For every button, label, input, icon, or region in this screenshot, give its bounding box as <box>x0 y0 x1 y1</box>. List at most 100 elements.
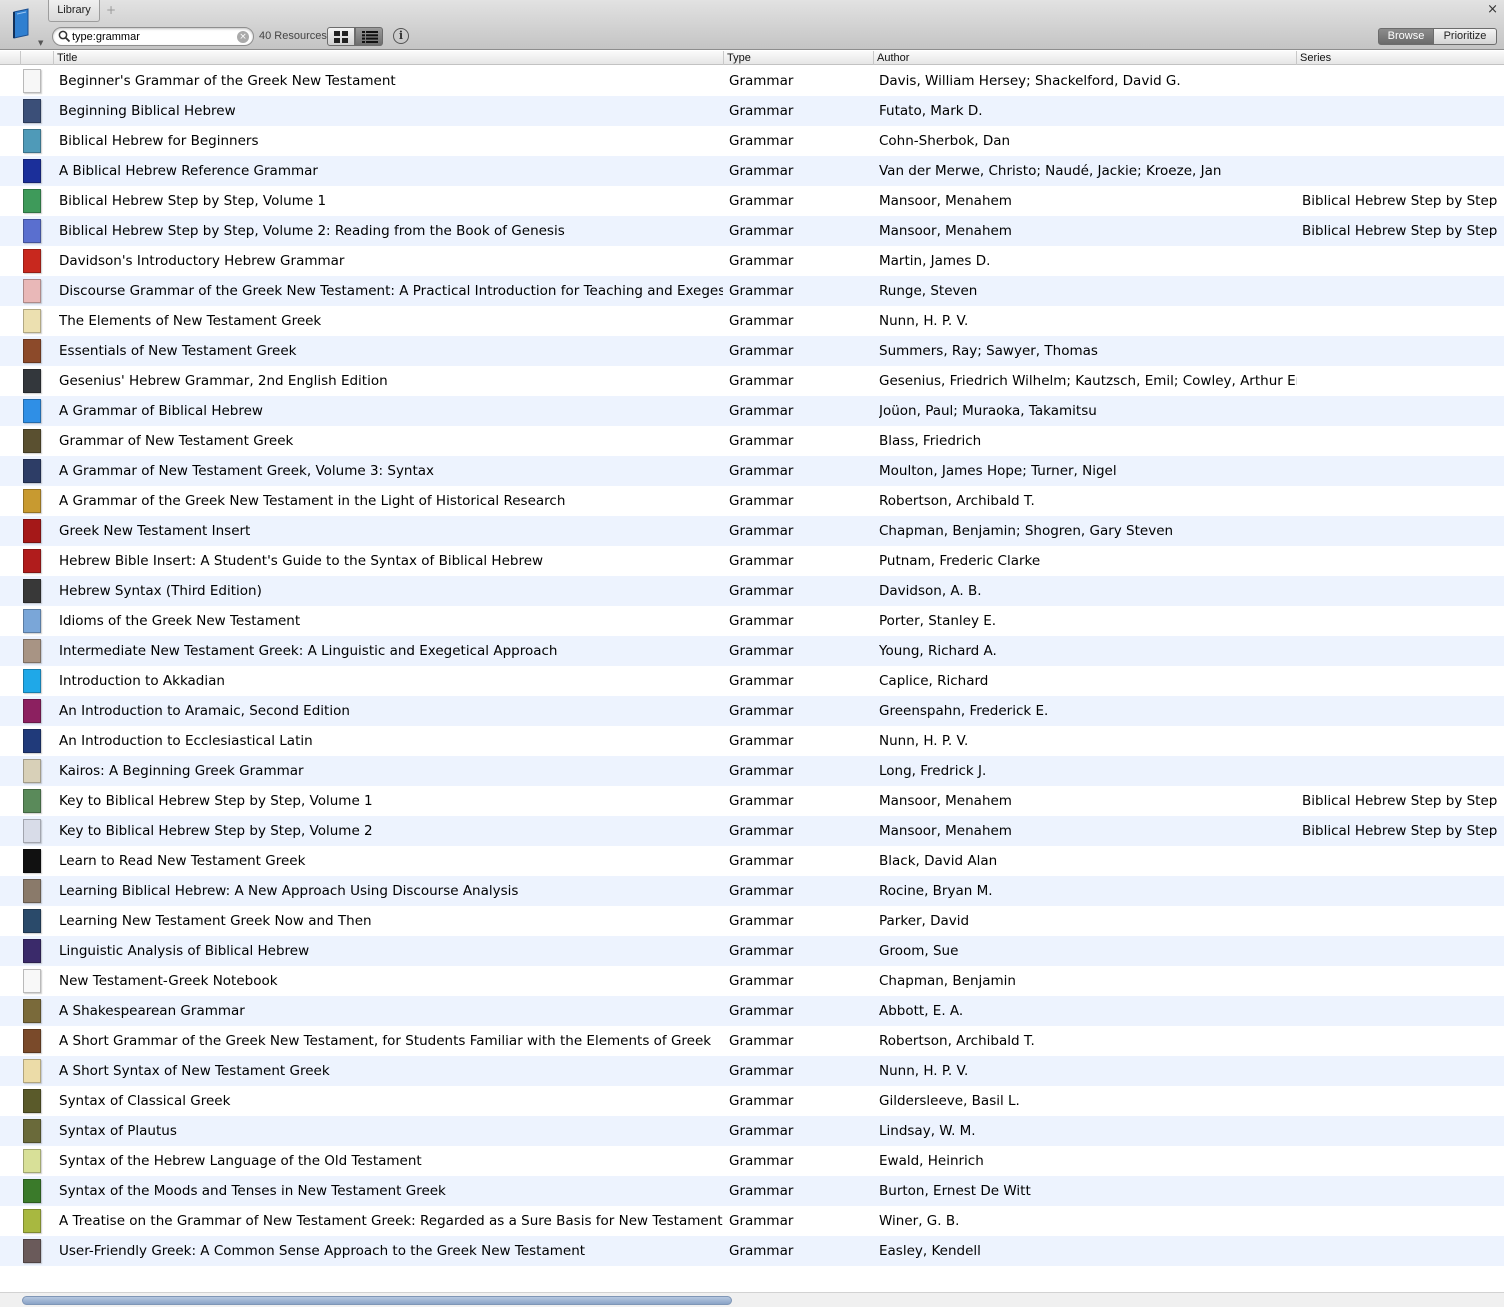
table-row[interactable]: The Elements of New Testament Greek Gramm… <box>0 306 1504 336</box>
cell-author: Putnam, Frederic Clarke <box>879 553 1041 569</box>
cell-title: Beginner's Grammar of the Greek New Test… <box>59 73 396 89</box>
table-row[interactable]: A Biblical Hebrew Reference Grammar Gramm… <box>0 156 1504 186</box>
cell-title: Linguistic Analysis of Biblical Hebrew <box>59 943 310 959</box>
table-row[interactable]: Biblical Hebrew Step by Step, Volume 2: … <box>0 216 1504 246</box>
table-row[interactable]: A Grammar of New Testament Greek, Volume… <box>0 456 1504 486</box>
book-cover-thumbnail <box>23 189 41 213</box>
table-row[interactable]: Syntax of Plautus Grammar Lindsay, W. M. <box>0 1116 1504 1146</box>
cell-type: Grammar <box>729 313 794 329</box>
prioritize-button[interactable]: Prioritize <box>1434 28 1497 45</box>
column-header-type[interactable]: Type <box>723 51 873 65</box>
table-row[interactable]: Learning New Testament Greek Now and The… <box>0 906 1504 936</box>
scrollbar-thumb[interactable] <box>22 1296 732 1305</box>
table-row[interactable]: Kairos: A Beginning Greek Grammar Grammar… <box>0 756 1504 786</box>
table-row[interactable]: Linguistic Analysis of Biblical Hebrew Gr… <box>0 936 1504 966</box>
cell-author: Young, Richard A. <box>879 643 997 659</box>
table-row[interactable]: Discourse Grammar of the Greek New Testa… <box>0 276 1504 306</box>
cell-title: Idioms of the Greek New Testament <box>59 613 301 629</box>
close-icon[interactable]: × <box>1487 3 1498 17</box>
table-row[interactable]: Syntax of Classical Greek Grammar Gildersl… <box>0 1086 1504 1116</box>
book-cover-thumbnail <box>23 579 41 603</box>
table-row[interactable]: Key to Biblical Hebrew Step by Step, Vol… <box>0 786 1504 816</box>
table-row[interactable]: A Grammar of Biblical Hebrew Grammar Joüon… <box>0 396 1504 426</box>
cell-type: Grammar <box>729 1123 794 1139</box>
cell-title: Syntax of Plautus <box>59 1123 177 1139</box>
table-row[interactable]: An Introduction to Ecclesiastical Latin G… <box>0 726 1504 756</box>
table-row[interactable]: Davidson's Introductory Hebrew Grammar Gr… <box>0 246 1504 276</box>
table-row[interactable]: A Short Grammar of the Greek New Testame… <box>0 1026 1504 1056</box>
table-row[interactable]: Key to Biblical Hebrew Step by Step, Vol… <box>0 816 1504 846</box>
cell-type: Grammar <box>729 1243 794 1259</box>
table-row[interactable]: A Shakespearean Grammar Grammar Abbott, E.… <box>0 996 1504 1026</box>
table-row[interactable]: A Treatise on the Grammar of New Testame… <box>0 1206 1504 1236</box>
add-tab-button[interactable]: + <box>104 2 118 18</box>
cell-title: Hebrew Bible Insert: A Student's Guide t… <box>59 553 544 569</box>
table-row[interactable]: Beginner's Grammar of the Greek New Test… <box>0 66 1504 96</box>
table-row[interactable]: Essentials of New Testament Greek Grammar… <box>0 336 1504 366</box>
table-row[interactable]: Biblical Hebrew Step by Step, Volume 1 Gr… <box>0 186 1504 216</box>
table-row[interactable]: Biblical Hebrew for Beginners Grammar Cohn… <box>0 126 1504 156</box>
cell-title: A Treatise on the Grammar of New Testame… <box>59 1213 723 1229</box>
search-input[interactable] <box>72 29 237 44</box>
table-row[interactable]: User-Friendly Greek: A Common Sense Appr… <box>0 1236 1504 1266</box>
cell-author: Robertson, Archibald T. <box>879 1033 1035 1049</box>
cell-author: Long, Fredrick J. <box>879 763 987 779</box>
column-headers: Title Type Author Series <box>0 51 1504 65</box>
table-row[interactable]: New Testament-Greek Notebook Grammar Chapm… <box>0 966 1504 996</box>
library-book-icon[interactable]: ▼ <box>10 8 43 47</box>
cell-type: Grammar <box>729 373 794 389</box>
table-row[interactable]: Intermediate New Testament Greek: A Ling… <box>0 636 1504 666</box>
cell-title: Beginning Biblical Hebrew <box>59 103 236 119</box>
cell-title: An Introduction to Ecclesiastical Latin <box>59 733 313 749</box>
cell-title: New Testament-Greek Notebook <box>59 973 278 989</box>
table-row[interactable]: Greek New Testament Insert Grammar Chapman… <box>0 516 1504 546</box>
tab-library[interactable]: Library <box>48 0 100 22</box>
table-row[interactable]: Syntax of the Moods and Tenses in New Te… <box>0 1176 1504 1206</box>
resource-list: Beginner's Grammar of the Greek New Test… <box>0 66 1504 1290</box>
list-view-button[interactable] <box>355 27 383 46</box>
column-header-series[interactable]: Series <box>1296 51 1504 65</box>
table-row[interactable]: Hebrew Syntax (Third Edition) Grammar Davi… <box>0 576 1504 606</box>
book-cover-thumbnail <box>23 339 41 363</box>
table-row[interactable]: Syntax of the Hebrew Language of the Old… <box>0 1146 1504 1176</box>
table-row[interactable]: Idioms of the Greek New Testament Grammar… <box>0 606 1504 636</box>
clear-search-icon[interactable]: × <box>237 31 249 43</box>
cell-type: Grammar <box>729 103 794 119</box>
horizontal-scrollbar[interactable] <box>0 1292 1504 1307</box>
column-header-cover[interactable] <box>20 51 53 65</box>
cell-title: Grammar of New Testament Greek <box>59 433 294 449</box>
cell-title: A Short Syntax of New Testament Greek <box>59 1063 330 1079</box>
column-header-author[interactable]: Author <box>873 51 1296 65</box>
table-row[interactable]: Learn to Read New Testament Greek Grammar… <box>0 846 1504 876</box>
cell-title: Gesenius' Hebrew Grammar, 2nd English Ed… <box>59 373 388 389</box>
list-icon <box>362 31 378 43</box>
table-row[interactable]: Learning Biblical Hebrew: A New Approach… <box>0 876 1504 906</box>
cell-author: Runge, Steven <box>879 283 978 299</box>
cell-author: Groom, Sue <box>879 943 959 959</box>
table-row[interactable]: Beginning Biblical Hebrew Grammar Futato, … <box>0 96 1504 126</box>
book-cover-thumbnail <box>23 1209 41 1233</box>
table-row[interactable]: Hebrew Bible Insert: A Student's Guide t… <box>0 546 1504 576</box>
cell-type: Grammar <box>729 583 794 599</box>
cell-type: Grammar <box>729 1093 794 1109</box>
table-row[interactable]: Gesenius' Hebrew Grammar, 2nd English Ed… <box>0 366 1504 396</box>
cell-title: Discourse Grammar of the Greek New Testa… <box>59 283 723 299</box>
grid-view-button[interactable] <box>327 27 355 46</box>
info-icon[interactable]: i <box>393 28 409 44</box>
table-row[interactable]: Grammar of New Testament Greek Grammar Bla… <box>0 426 1504 456</box>
cell-type: Grammar <box>729 943 794 959</box>
cell-author: Gildersleeve, Basil L. <box>879 1093 1020 1109</box>
cell-author: Greenspahn, Frederick E. <box>879 703 1049 719</box>
column-header-title[interactable]: Title <box>53 51 723 65</box>
browse-button[interactable]: Browse <box>1378 28 1434 45</box>
cell-type: Grammar <box>729 73 794 89</box>
table-row[interactable]: Introduction to Akkadian Grammar Caplice, … <box>0 666 1504 696</box>
table-row[interactable]: A Short Syntax of New Testament Greek Gra… <box>0 1056 1504 1086</box>
table-row[interactable]: An Introduction to Aramaic, Second Editi… <box>0 696 1504 726</box>
book-cover-thumbnail <box>23 1059 41 1083</box>
book-cover-thumbnail <box>23 849 41 873</box>
table-row[interactable]: A Grammar of the Greek New Testament in … <box>0 486 1504 516</box>
cell-title: Intermediate New Testament Greek: A Ling… <box>59 643 558 659</box>
book-cover-thumbnail <box>23 669 41 693</box>
cell-author: Nunn, H. P. V. <box>879 733 969 749</box>
